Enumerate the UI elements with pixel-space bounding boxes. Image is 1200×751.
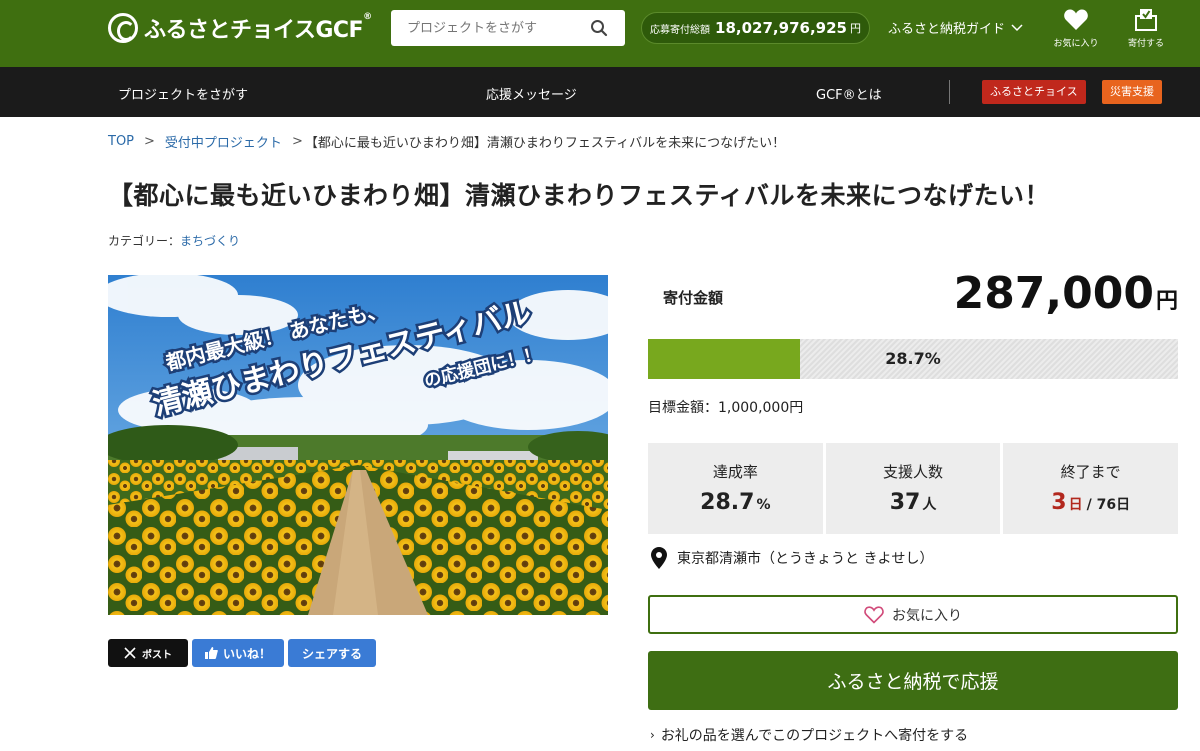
site-header: ふるさとチョイスGCF® 応募寄付総額 18,027,976,925 円 ふるさ… bbox=[0, 0, 1200, 67]
furusato-support-button[interactable]: ふるさと納税で応援 bbox=[648, 651, 1178, 710]
thumbs-up-icon bbox=[204, 647, 218, 659]
guide-label: ふるさと納税ガイド bbox=[888, 22, 1006, 37]
page-title: 【都心に最も近いひまわり畑】清瀬ひまわりフェスティバルを未来につなげたい！ bbox=[108, 181, 1051, 210]
breadcrumb-current: 【都心に最も近いひまわり畑】清瀬ひまわりフェスティバルを未来につなげたい！ bbox=[304, 136, 786, 151]
stats-panel: 達成率 28.7% 支援人数 37 人 終了まで 3 日/ 76日 bbox=[648, 443, 1179, 534]
nav-divider bbox=[949, 80, 950, 104]
stat-time-remaining: 終了まで 3 日/ 76日 bbox=[1003, 443, 1179, 534]
choose-gift-label: お礼の品を選んでこのプロジェクトへ寄付をする bbox=[660, 728, 969, 744]
stat-label: 支援人数 bbox=[883, 463, 944, 481]
add-favorite-label: お気に入り bbox=[892, 607, 962, 624]
breadcrumb-separator: > bbox=[291, 134, 303, 149]
funding-progress-bar: 28.7% bbox=[648, 339, 1178, 379]
project-location: 東京都清瀬市（とうきょうと きよせし） bbox=[651, 547, 933, 569]
search-icon bbox=[591, 20, 608, 37]
category-label: カテゴリー： bbox=[108, 234, 181, 248]
add-favorite-button[interactable]: お気に入り bbox=[648, 595, 1178, 634]
x-post-button[interactable]: ポスト bbox=[108, 639, 188, 667]
search-button[interactable] bbox=[581, 10, 617, 46]
project-category: カテゴリー：まちづくり bbox=[108, 232, 240, 249]
donation-amount-unit: 円 bbox=[1155, 289, 1178, 314]
donation-amount-value: 287,000 bbox=[953, 268, 1154, 319]
stat-label: 達成率 bbox=[712, 463, 758, 481]
favorites-header-button[interactable]: お気に入り bbox=[1046, 8, 1106, 49]
logo-text: ふるさとチョイスGCF® bbox=[144, 12, 372, 43]
heart-outline-icon bbox=[864, 605, 884, 624]
stat-supporters: 支援人数 37 人 bbox=[825, 443, 1001, 534]
chevron-right-icon: › bbox=[650, 728, 655, 742]
choose-gift-link[interactable]: › お礼の品を選んでこのプロジェクトへ寄付をする bbox=[650, 725, 968, 745]
x-logo-icon bbox=[124, 647, 136, 659]
stat-label: 終了まで bbox=[1060, 463, 1121, 481]
project-hero-image: 都内最大級！ あなたも、 清瀬ひまわりフェスティバル の応援団に！！ bbox=[108, 275, 608, 615]
stat-value: 37 人 bbox=[889, 490, 937, 515]
search-input[interactable] bbox=[391, 11, 581, 45]
site-logo[interactable]: ふるさとチョイスGCF® bbox=[108, 12, 372, 44]
main-nav: プロジェクトをさがす 応援メッセージ GCF®とは ふるさとチョイス 災害支援 bbox=[0, 67, 1200, 117]
breadcrumb-accepting-projects[interactable]: 受付中プロジェクト bbox=[165, 132, 282, 151]
nav-about-gcf[interactable]: GCF®とは bbox=[816, 84, 882, 103]
donation-amount-label: 寄付金額 bbox=[663, 289, 724, 307]
furusato-guide-menu[interactable]: ふるさと納税ガイド bbox=[888, 18, 1023, 37]
total-unit: 円 bbox=[849, 22, 861, 35]
location-pin-icon bbox=[651, 547, 667, 569]
breadcrumb-top[interactable]: TOP bbox=[108, 134, 134, 149]
breadcrumb-separator: > bbox=[144, 134, 155, 149]
donation-amount: 287,000円 bbox=[954, 268, 1178, 319]
share-label: シェアする bbox=[301, 646, 362, 661]
furusato-choice-badge[interactable]: ふるさとチョイス bbox=[982, 80, 1086, 104]
total-value: 18,027,976,925 bbox=[715, 19, 847, 37]
donate-box-icon bbox=[1135, 9, 1157, 31]
total-donations-pill: 応募寄付総額 18,027,976,925 円 bbox=[641, 12, 870, 44]
share-button[interactable]: シェアする bbox=[288, 639, 376, 667]
search-box bbox=[391, 10, 625, 46]
disaster-support-badge[interactable]: 災害支援 bbox=[1102, 80, 1162, 104]
nav-find-projects[interactable]: プロジェクトをさがす bbox=[118, 84, 248, 103]
like-label: いいね！ bbox=[222, 646, 271, 661]
location-text: 東京都清瀬市（とうきょうと きよせし） bbox=[677, 551, 934, 567]
x-post-label: ポスト bbox=[142, 649, 172, 661]
sunflower-field-image: 都内最大級！ あなたも、 清瀬ひまわりフェスティバル の応援団に！！ bbox=[108, 275, 608, 615]
stat-value: 3 日/ 76日 bbox=[1051, 490, 1131, 515]
logo-mark-icon bbox=[108, 13, 138, 43]
stat-achievement-rate: 達成率 28.7% bbox=[648, 443, 823, 534]
total-label: 応募寄付総額 bbox=[650, 24, 711, 36]
nav-messages[interactable]: 応援メッセージ bbox=[486, 84, 577, 103]
favorites-header-label: お気に入り bbox=[1053, 39, 1099, 49]
chevron-down-icon bbox=[1011, 23, 1023, 31]
goal-amount: 目標金額：1,000,000円 bbox=[648, 400, 804, 416]
donate-header-label: 寄付する bbox=[1127, 39, 1164, 49]
progress-percent: 28.7% bbox=[885, 349, 941, 368]
stat-value: 28.7% bbox=[700, 490, 771, 515]
heart-icon bbox=[1064, 9, 1088, 30]
category-link[interactable]: まちづくり bbox=[180, 234, 240, 248]
breadcrumb: TOP > 受付中プロジェクト > 【都心に最も近いひまわり畑】清瀬ひまわりフェ… bbox=[108, 132, 785, 151]
like-button[interactable]: いいね！ bbox=[192, 639, 284, 667]
donate-header-button[interactable]: 寄付する bbox=[1116, 8, 1176, 49]
